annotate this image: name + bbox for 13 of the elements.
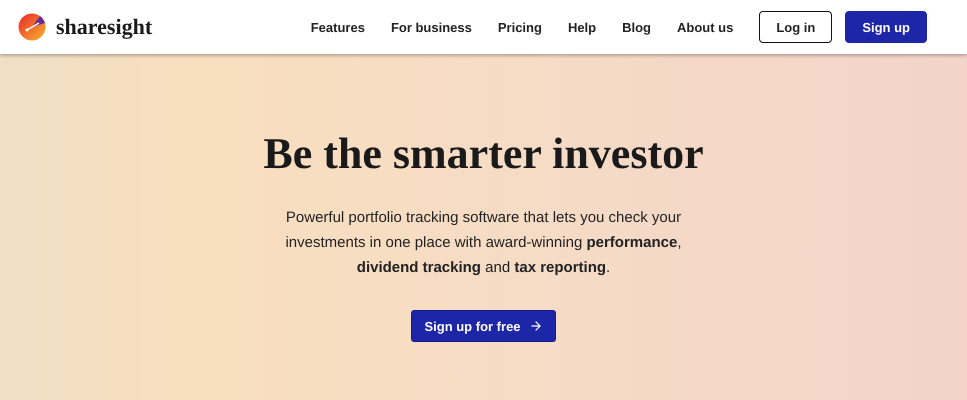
logo-icon — [18, 13, 46, 41]
nav-link[interactable]: Blog — [622, 20, 651, 34]
nav-link[interactable]: Pricing — [498, 20, 542, 34]
nav-link[interactable]: Help — [568, 20, 596, 34]
signup-free-button[interactable]: Sign up for free — [411, 310, 556, 342]
hero-description: Powerful portfolio tracking software that lets you check your investments in one place with award-winning performance, dividend tracking and tax reporting. — [284, 208, 683, 278]
nav-link[interactable]: About us — [677, 20, 734, 34]
nav-link[interactable]: Features — [310, 20, 365, 34]
signup-button[interactable]: Sign up — [845, 11, 927, 43]
nav-link[interactable]: For business — [390, 20, 472, 34]
login-button[interactable]: Log in — [759, 11, 832, 43]
brand-name: sharesight — [56, 14, 152, 40]
hero-title: Be the smarter investor — [263, 128, 704, 179]
